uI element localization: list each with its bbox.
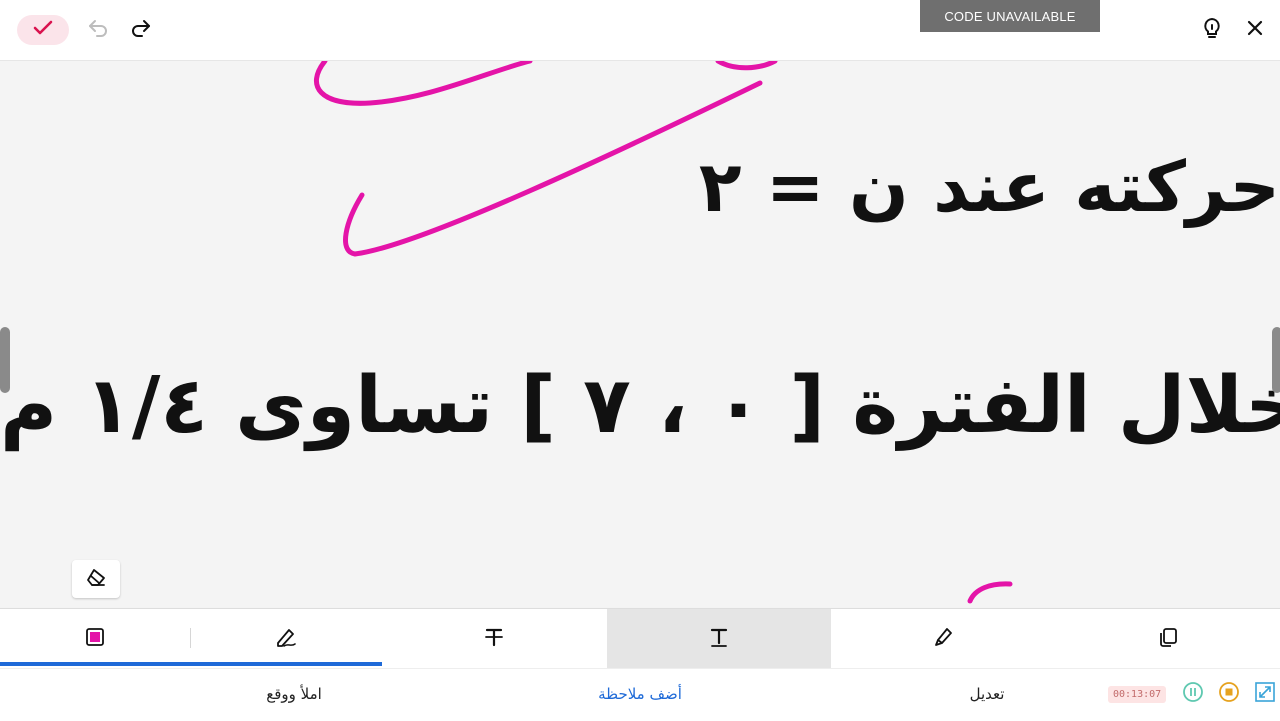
bottom-tabs: املأ ووقع أضف ملاحظة تعديل	[0, 668, 1280, 721]
code-unavailable-badge: CODE UNAVAILABLE	[920, 0, 1100, 32]
document-canvas[interactable]: حركته عند ن = ٢ خلال الفترة [ ٠ ، ٧ ] تس…	[0, 61, 1280, 607]
undo-icon	[87, 18, 109, 42]
stop-icon[interactable]	[1218, 681, 1240, 707]
tips-button[interactable]	[1197, 15, 1227, 45]
text-icon	[708, 626, 730, 652]
confirm-button[interactable]	[17, 15, 69, 45]
close-button[interactable]	[1240, 15, 1270, 45]
stamp-icon	[84, 626, 106, 652]
recording-timer: 00:13:07	[1108, 685, 1167, 703]
top-bar: CODE UNAVAILABLE	[0, 0, 1280, 61]
text-tool-button[interactable]	[607, 609, 831, 669]
toolbar-divider	[190, 628, 191, 648]
highlighter-tool-button[interactable]	[831, 609, 1055, 669]
signature-pen-icon	[274, 626, 298, 652]
redo-button[interactable]	[126, 15, 156, 45]
annotation-toolbar	[0, 608, 1280, 669]
pause-icon[interactable]	[1182, 681, 1204, 707]
screen-recorder: 00:13:07	[1108, 680, 1276, 708]
close-icon	[1246, 19, 1264, 41]
right-panel-handle[interactable]	[1272, 327, 1280, 393]
eraser-icon	[85, 567, 107, 591]
highlighter-icon	[932, 626, 954, 652]
left-panel-handle[interactable]	[0, 327, 10, 393]
strikethrough-icon	[483, 626, 505, 652]
strikethrough-tool-button[interactable]	[382, 609, 606, 669]
undo-button[interactable]	[83, 15, 113, 45]
copy-icon	[1157, 626, 1179, 652]
expand-icon[interactable]	[1254, 681, 1276, 707]
copy-tool-button[interactable]	[1056, 609, 1280, 669]
lightbulb-icon	[1202, 17, 1222, 43]
eraser-button[interactable]	[72, 560, 120, 598]
tab-add-note[interactable]: أضف ملاحظة	[440, 669, 840, 719]
ink-annotations	[313, 61, 1013, 604]
stamp-tool-button[interactable]	[0, 609, 190, 669]
redo-icon	[130, 18, 152, 42]
active-tab-indicator	[0, 662, 382, 666]
tab-edit[interactable]: تعديل	[887, 669, 1087, 719]
check-icon	[33, 20, 53, 40]
signature-tool-button[interactable]	[191, 609, 381, 669]
